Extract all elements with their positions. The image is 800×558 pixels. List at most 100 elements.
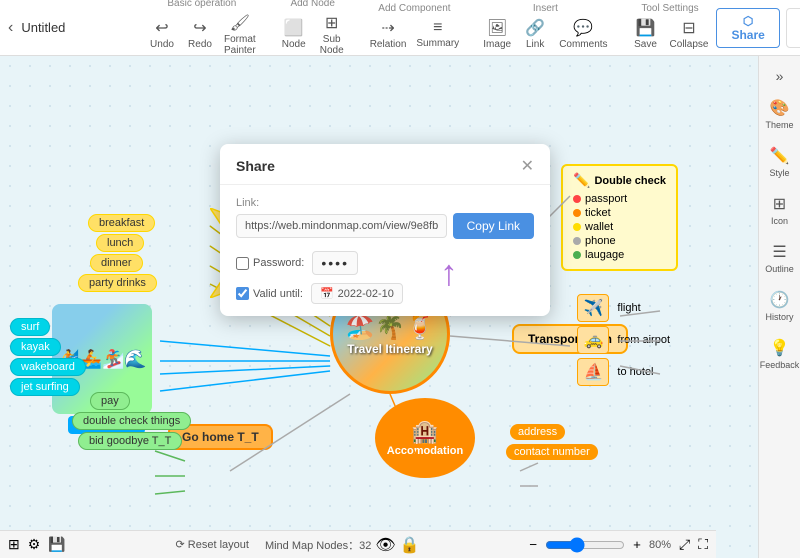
copy-link-button[interactable]: Copy Link: [453, 213, 534, 239]
zoom-slider[interactable]: [545, 537, 625, 553]
contact-number-node[interactable]: contact number: [506, 444, 598, 460]
passport-item: passport: [573, 193, 666, 205]
dialog-title: Share: [236, 158, 275, 174]
format-painter-button[interactable]: 🖌Format Painter: [220, 11, 260, 58]
calendar-icon: 📅: [320, 287, 334, 300]
laugage-dot: [573, 251, 581, 259]
insert-group: Insert 🖼Image 🔗Link 💬Comments: [479, 3, 611, 52]
redo-button[interactable]: ↪Redo: [182, 16, 218, 52]
basic-operation-label: Basic operation: [167, 0, 236, 9]
fit-screen-button[interactable]: ⤢: [679, 536, 690, 553]
flight-item: ✈️ flight: [577, 294, 670, 322]
add-component-group: Add Component ⇢Relation ≡Summary: [366, 3, 464, 52]
dialog-body: Link: Copy Link Password: •••• Valid unt…: [220, 185, 550, 316]
from-airport-label: from airpot: [617, 334, 670, 346]
dinner-node[interactable]: dinner: [90, 254, 143, 272]
to-hotel-item: ⛵ to hotel: [577, 358, 670, 386]
address-node[interactable]: address: [510, 424, 565, 440]
lunch-node[interactable]: lunch: [96, 234, 144, 252]
comments-button[interactable]: 💬Comments: [555, 16, 611, 52]
pay-node[interactable]: pay: [90, 392, 130, 410]
laugage-label: laugage: [585, 249, 624, 261]
double-check-things-node[interactable]: double check things: [72, 412, 191, 430]
jet-surfing-node[interactable]: jet surfing: [10, 378, 80, 396]
link-row: Copy Link: [236, 213, 534, 239]
date-field[interactable]: 📅 2022-02-10: [311, 283, 403, 304]
back-button[interactable]: ‹: [8, 19, 13, 37]
ticket-dot: [573, 209, 581, 217]
outline-icon: ☰: [772, 242, 786, 262]
summary-button[interactable]: ≡Summary: [412, 17, 463, 51]
phone-item: phone: [573, 235, 666, 247]
history-icon: 🕐: [770, 290, 790, 310]
go-home-label: Go home T_T: [182, 430, 259, 444]
taxi-icon: 🚕: [577, 326, 609, 354]
to-hotel-label: to hotel: [617, 366, 653, 378]
valid-until-checkbox[interactable]: [236, 287, 249, 300]
export-button[interactable]: ↑ Export: [786, 8, 800, 48]
style-button[interactable]: ✏️ Style: [759, 140, 800, 184]
from-airport-item: 🚕 from airpot: [577, 326, 670, 354]
collapse-button[interactable]: ⊟Collapse: [666, 16, 713, 52]
share-button[interactable]: ⬡ Share: [716, 8, 779, 48]
save-button[interactable]: 💾Save: [628, 16, 664, 52]
zoom-out-button[interactable]: −: [529, 537, 537, 552]
insert-label: Insert: [533, 3, 558, 14]
style-icon: ✏️: [770, 146, 790, 166]
copy-arrow-indicator: ↑: [440, 252, 458, 294]
flight-label: flight: [617, 302, 640, 314]
reset-layout-button[interactable]: ⟳ Reset layout: [176, 538, 249, 551]
image-button[interactable]: 🖼Image: [479, 16, 515, 52]
dialog-header: Share ✕: [220, 144, 550, 185]
settings-button[interactable]: ⚙: [28, 536, 41, 553]
phone-dot: [573, 237, 581, 245]
surf-node[interactable]: surf: [10, 318, 50, 336]
bottom-icons: ⊞ ⚙ 💾: [8, 536, 66, 553]
wakeboard-node[interactable]: wakeboard: [10, 358, 86, 376]
sub-node-button[interactable]: ⊞Sub Node: [314, 11, 350, 58]
party-drinks-node[interactable]: party drinks: [78, 274, 157, 292]
link-input[interactable]: [236, 214, 447, 238]
relation-button[interactable]: ⇢Relation: [366, 16, 411, 52]
eye-button[interactable]: 👁: [375, 535, 395, 555]
theme-button[interactable]: 🎨 Theme: [759, 92, 800, 136]
main-area: breakfast lunch dinner party drinks 🏄🚣🏂🌊…: [0, 56, 800, 558]
password-row: Password: ••••: [236, 251, 534, 275]
document-title: Untitled: [21, 20, 65, 35]
node-button[interactable]: ⬜Node: [276, 16, 312, 52]
zoom-level: 80%: [649, 539, 671, 551]
feedback-button[interactable]: 💡 Feedback: [759, 332, 800, 376]
zoom-in-button[interactable]: +: [633, 537, 641, 552]
collapse-sidebar-button[interactable]: »: [772, 64, 788, 88]
valid-until-label: Valid until:: [236, 287, 303, 300]
icon-panel-button[interactable]: ⊞ Icon: [759, 188, 800, 232]
theme-icon: 🎨: [770, 98, 790, 118]
valid-row: Valid until: 📅 2022-02-10: [236, 283, 534, 304]
undo-button[interactable]: ↩Undo: [144, 16, 180, 52]
lock-button[interactable]: 🔒: [400, 535, 420, 555]
close-dialog-button[interactable]: ✕: [521, 156, 534, 176]
accommodation-node[interactable]: 🏨 Accomodation: [375, 398, 475, 478]
canvas[interactable]: breakfast lunch dinner party drinks 🏄🚣🏂🌊…: [0, 56, 758, 558]
outline-button[interactable]: ☰ Outline: [759, 236, 800, 280]
share-icon: ⬡: [743, 14, 753, 28]
double-check-title: Double check: [594, 175, 666, 187]
breakfast-node[interactable]: breakfast: [88, 214, 155, 232]
kayak-node[interactable]: kayak: [10, 338, 61, 356]
history-button[interactable]: 🕐 History: [759, 284, 800, 328]
bid-goodbye-node[interactable]: bid goodbye T_T: [78, 432, 182, 450]
password-checkbox[interactable]: [236, 257, 249, 270]
flight-icon: ✈️: [577, 294, 609, 322]
fullscreen-button[interactable]: ⛶: [698, 536, 708, 553]
grid-view-button[interactable]: ⊞: [8, 536, 20, 553]
icon-panel-icon: ⊞: [773, 194, 786, 214]
double-check-panel: ✏️ Double check passport ticket wallet p…: [561, 164, 678, 271]
share-dialog: Share ✕ Link: Copy Link Password: ••••: [220, 144, 550, 316]
link-button[interactable]: 🔗Link: [517, 16, 553, 52]
feedback-icon: 💡: [770, 338, 790, 358]
add-node-label: Add Node: [290, 0, 334, 9]
basic-operation-group: Basic operation ↩Undo ↪Redo 🖌Format Pain…: [144, 0, 260, 58]
boat-icon: ⛵: [577, 358, 609, 386]
bottom-save-button[interactable]: 💾: [48, 536, 65, 553]
transport-icons: ✈️ flight 🚕 from airpot ⛵ to hotel: [577, 294, 670, 386]
